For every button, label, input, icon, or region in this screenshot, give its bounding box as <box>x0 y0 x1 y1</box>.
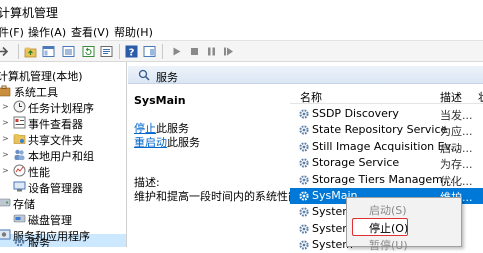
stop-icon[interactable] <box>188 45 201 58</box>
restart-service-line: 重启动此服务 <box>134 134 200 150</box>
service-name: Still Image Acquisition Ev... <box>312 139 461 153</box>
gear-icon <box>299 125 309 135</box>
gear-icon <box>299 174 309 185</box>
gear-icon <box>299 240 309 250</box>
tree-item-label: 磁盘管理 <box>28 214 72 227</box>
menu-item-start[interactable]: 启动(S) <box>347 200 461 218</box>
refresh-icon[interactable] <box>82 45 95 58</box>
console-tree: 计算机管理(本地) 系统工具 > 任务计划程序 > 事件查看器 > 共享文件夹 … <box>0 62 127 247</box>
gear-icon <box>299 142 309 152</box>
back-arrow-icon[interactable] <box>0 45 10 58</box>
service-description: 为应... <box>440 125 473 139</box>
services-header-label: 服务 <box>156 71 178 84</box>
column-status[interactable]: 状 <box>478 89 483 105</box>
service-row[interactable]: Still Image Acquisition Ev... 启动... <box>290 139 483 155</box>
start-icon[interactable] <box>170 45 183 58</box>
menu-item-label: 停止(O) <box>369 222 409 235</box>
gear-icon <box>299 109 309 119</box>
menu-help[interactable]: 帮助(H) <box>114 24 153 40</box>
gear-icon <box>299 207 309 217</box>
menu-bar: 件(F) 操作(A) 查看(V) 帮助(H) <box>0 22 483 40</box>
chevron-right-icon[interactable]: > <box>2 166 9 175</box>
device-manager-icon <box>13 181 26 192</box>
search-icon <box>138 69 150 81</box>
column-name[interactable]: 名称 <box>300 89 322 105</box>
menu-file[interactable]: 件(F) <box>0 24 24 40</box>
export-icon[interactable] <box>62 45 75 58</box>
menu-item-stop[interactable]: 停止(O) <box>347 218 461 236</box>
help-icon[interactable]: ? <box>125 45 138 58</box>
action-pane-icon[interactable] <box>143 45 156 58</box>
column-description[interactable]: 描述 <box>440 89 462 105</box>
service-detail-panel: SysMain 停止此服务 重启动此服务 描述: 维护和提高一段时间内的系统性能… <box>128 86 310 247</box>
restart-service-link[interactable]: 重启动 <box>134 136 167 149</box>
shared-folder-icon <box>13 134 26 144</box>
disk-icon <box>13 214 26 223</box>
services-column-header: 名称 描述 状 <box>290 86 483 104</box>
service-row[interactable]: SSDP Discovery 当发... <box>290 106 483 122</box>
service-description: 当发... <box>440 109 473 122</box>
tree-item-label: 性能 <box>28 166 50 179</box>
pause-icon[interactable] <box>205 45 218 58</box>
toolbox-icon <box>0 85 11 97</box>
performance-icon <box>13 164 26 177</box>
console-tree-icon[interactable] <box>42 45 55 58</box>
gear-icon <box>14 236 25 247</box>
storage-icon <box>0 198 11 207</box>
service-title: SysMain <box>134 94 186 107</box>
svg-text:?: ? <box>129 48 135 59</box>
menu-item-label: 暂停(U) <box>369 239 408 252</box>
chevron-right-icon[interactable]: > <box>2 150 9 159</box>
chevron-right-icon[interactable]: > <box>2 134 9 143</box>
tree-item-label: 共享文件夹 <box>28 134 83 147</box>
menu-action[interactable]: 操作(A) <box>28 24 66 40</box>
tree-item-label: 任务计划程序 <box>28 102 94 115</box>
tree-item-label: 服务 <box>28 237 50 247</box>
folder-up-icon[interactable] <box>24 45 37 58</box>
service-name: Storage Service <box>312 156 400 170</box>
tree-item-label: 存储 <box>13 198 35 211</box>
service-description: 优化... <box>440 174 473 188</box>
chevron-right-icon[interactable]: > <box>2 102 9 111</box>
gear-icon <box>299 191 309 201</box>
title-bar: 计算机管理 <box>0 0 483 22</box>
service-row[interactable]: Storage Service 为存... <box>290 155 483 171</box>
gear-icon <box>299 224 309 234</box>
toolbar-separator <box>119 44 120 59</box>
tree-item-label: 事件查看器 <box>28 118 83 131</box>
toolbar-separator <box>162 44 163 59</box>
service-name: Storage Tiers Managem... <box>312 172 454 186</box>
event-log-icon <box>13 116 26 129</box>
menu-view[interactable]: 查看(V) <box>71 24 109 40</box>
toolbar-separator <box>18 44 19 59</box>
tree-item-label: 设备管理器 <box>28 182 83 195</box>
properties-icon[interactable] <box>100 45 113 58</box>
chevron-right-icon[interactable]: > <box>2 118 9 127</box>
service-name: SSDP Discovery <box>312 107 399 120</box>
menu-item-label: 启动(S) <box>369 204 407 217</box>
users-icon <box>14 149 25 160</box>
restart-icon[interactable] <box>222 45 235 58</box>
gear-icon <box>299 158 309 168</box>
description-text: 维护和提高一段时间内的系统性能。 <box>134 190 310 203</box>
window-title: 计算机管理 <box>0 6 59 20</box>
service-row[interactable]: Storage Tiers Managem... 优化... <box>290 172 483 188</box>
service-row[interactable]: State Repository Service 为应... <box>290 122 483 138</box>
toolbar: ? <box>0 40 483 62</box>
tree-item-label: 系统工具 <box>14 86 58 99</box>
service-description: 为存... <box>440 158 473 172</box>
service-name: State Repository Service <box>312 123 448 137</box>
clock-icon <box>13 100 26 113</box>
services-header: 服务 <box>128 66 483 84</box>
tree-item-label: 本地用户和组 <box>28 150 94 163</box>
tree-item-label: 计算机管理(本地) <box>0 70 83 83</box>
restart-service-suffix: 此服务 <box>167 136 200 149</box>
services-apps-icon <box>0 229 11 240</box>
service-description: 启动... <box>440 141 473 155</box>
menu-item-pause[interactable]: 暂停(U) <box>347 235 461 253</box>
context-menu: 启动(S) 停止(O) 暂停(U) <box>346 197 462 252</box>
